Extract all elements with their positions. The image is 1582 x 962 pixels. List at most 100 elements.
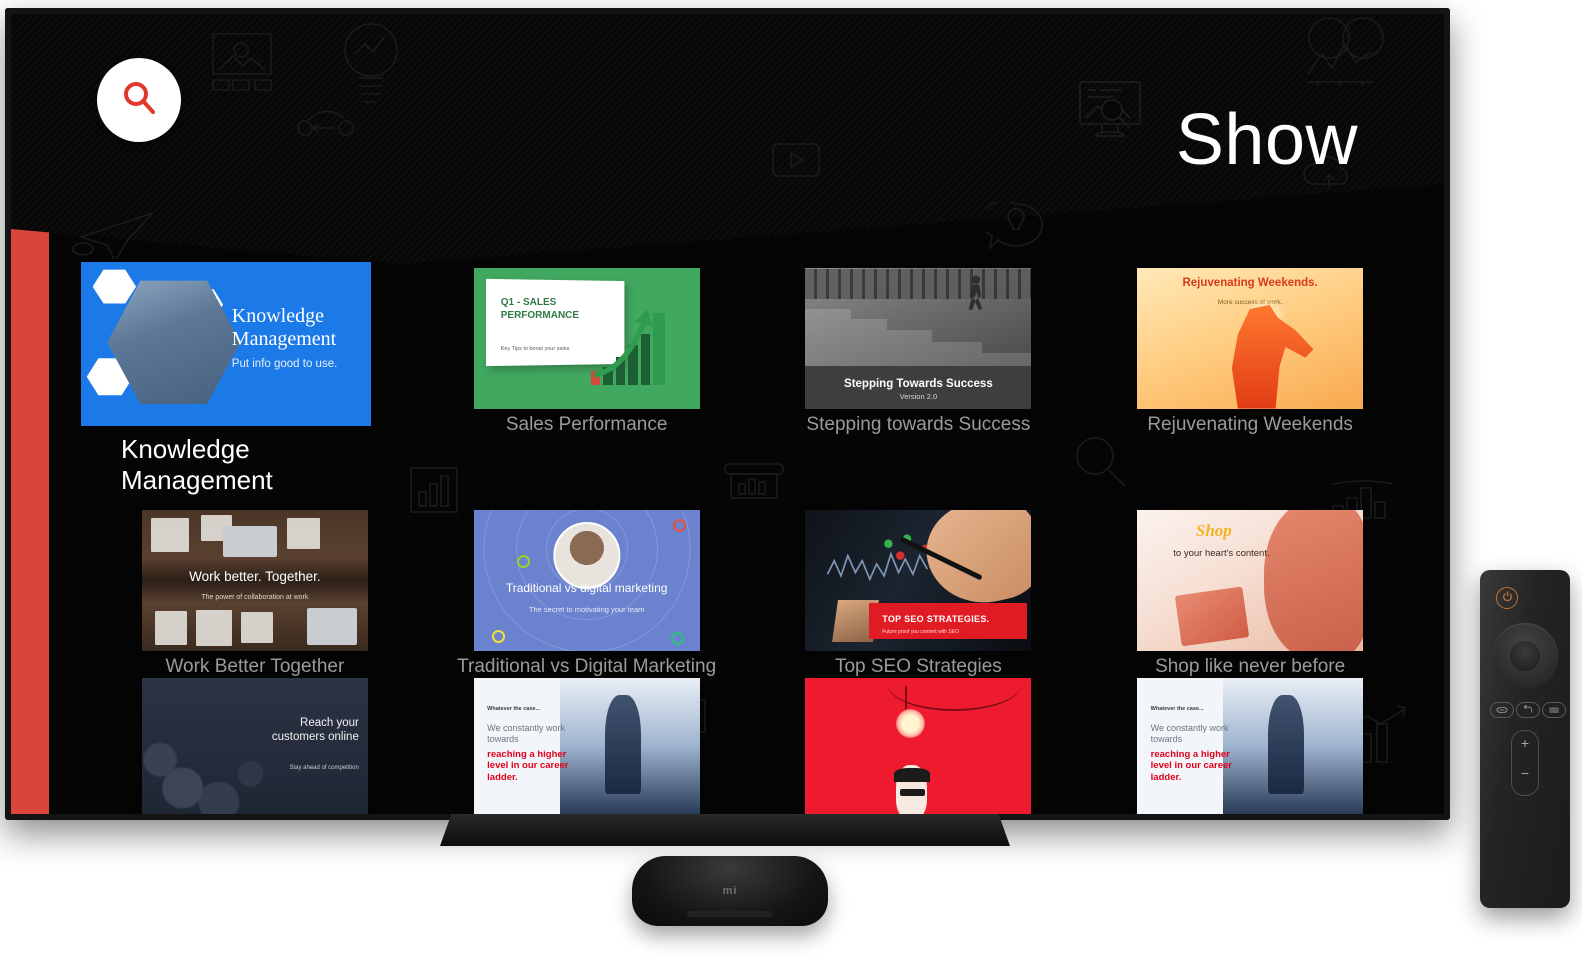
slide-text: Knowledge Management Put info good to us… [232, 305, 338, 370]
voice-icon [1496, 701, 1508, 719]
character-hair [893, 768, 930, 783]
slide-body-gray: We constantly work towards [487, 723, 566, 745]
slide-title-line2: customers online [271, 731, 359, 744]
card-shop-like-never-before[interactable]: Shop to your heart's content. Shop like … [1106, 496, 1394, 678]
slide-title: Q1 - SALES PERFORMANCE [501, 296, 579, 322]
thumbnail-wrap: Traditional vs digital marketing The sec… [443, 496, 731, 664]
bulb-cord [904, 686, 907, 709]
slide-subtitle: Version 2.0 [899, 392, 938, 402]
tv-stand [440, 814, 1010, 846]
slide-title-line1: Q1 - SALES [500, 296, 557, 308]
search-button[interactable] [97, 58, 181, 142]
avatar [552, 522, 621, 590]
volume-up-label[interactable]: + [1512, 735, 1538, 751]
thumbnail-sales-performance[interactable]: Q1 - SALES PERFORMANCE Key Tips to boost… [473, 267, 700, 409]
thumbnail-wrap: Work better. Together. The power of coll… [111, 496, 399, 664]
slide-title: Stepping Towards Success [844, 378, 993, 391]
slide-body-gray: We constantly work towards [1150, 723, 1229, 745]
slide-title: Shop [1195, 520, 1232, 540]
volume-rocker[interactable]: + − [1511, 730, 1539, 796]
thumbnail-reach-your-customers-online[interactable]: Reach your customers online Stay ahead o… [141, 678, 368, 814]
slide-title: Reach your customers online [219, 717, 359, 745]
slide-title: Traditional vs digital marketing [505, 581, 668, 596]
card-career-ladder-2[interactable]: Whatever the case... We constantly work … [1106, 678, 1394, 814]
menu-icon [1548, 701, 1560, 719]
thumbnail-career-ladder[interactable]: Whatever the case... We constantly work … [473, 678, 700, 814]
thumbnail-wrap: Stepping Towards Success Version 2.0 [775, 254, 1063, 422]
slide-subtitle: Future proof you content with SEO [882, 629, 959, 635]
slide-subtitle: The power of collaboration at work [201, 594, 309, 602]
thumbnail-shop-like-never-before[interactable]: Shop to your heart's content. [1137, 509, 1364, 651]
monitor-search-icon [1078, 80, 1148, 147]
wire-decoration [886, 678, 1023, 712]
thumbnail-wrap [775, 678, 1063, 814]
search-icon [119, 78, 159, 123]
thumbnail-traditional-vs-digital-marketing[interactable]: Traditional vs digital marketing The sec… [473, 509, 700, 651]
character-glasses [900, 789, 926, 797]
slide-title-line2: PERFORMANCE [500, 309, 580, 321]
slide-subtitle: Stay ahead of competition [289, 765, 359, 772]
hand-photo [1263, 509, 1364, 651]
card-label: Stepping towards Success [806, 414, 1031, 435]
thumbnail-knowledge-management[interactable]: Knowledge Management Put info good to us… [81, 262, 371, 426]
menu-button[interactable] [1542, 702, 1566, 718]
businessman-silhouette [604, 694, 641, 794]
businessman-silhouette [1268, 694, 1305, 794]
thumbnail-stepping-towards-success[interactable]: Stepping Towards Success Version 2.0 [805, 267, 1032, 409]
slide-title: TOP SEO STRATEGIES. [882, 613, 990, 624]
power-icon [1502, 589, 1513, 607]
card-bright-idea[interactable]: Bright Idea [775, 678, 1063, 814]
card-stepping-towards-success[interactable]: Stepping Towards Success Version 2.0 Ste… [775, 254, 1063, 496]
thumbnail-bright-idea[interactable] [805, 678, 1032, 814]
left-red-rail [11, 14, 49, 814]
ok-button[interactable] [1510, 641, 1540, 671]
slide-subtitle: Key Tips to boost your sales [500, 346, 570, 353]
marker-dot [516, 554, 530, 568]
slide-subtitle: Put info good to use. [231, 357, 338, 370]
card-rejuvenating-weekends[interactable]: Rejuvenating Weekends. More success at w… [1106, 254, 1394, 496]
back-icon [1522, 701, 1534, 719]
thumbnail-wrap: Rejuvenating Weekends. More success at w… [1106, 254, 1394, 422]
remote-control: + − [1480, 570, 1570, 908]
thumbnail-wrap: Whatever the case... We constantly work … [443, 678, 731, 814]
card-reach-your-customers-online[interactable]: Reach your customers online Stay ahead o… [111, 678, 399, 814]
volume-down-label[interactable]: − [1512, 765, 1538, 781]
back-button[interactable] [1516, 702, 1540, 718]
tv-device: Show Knowledge Management Put info good … [5, 8, 1450, 820]
box-front-slot [686, 911, 774, 917]
card-label: Shop like never before [1155, 656, 1346, 677]
thumbnail-work-better-together[interactable]: Work better. Together. The power of coll… [141, 509, 368, 651]
card-label: Sales Performance [505, 414, 668, 435]
thumbnail-top-seo-strategies[interactable]: TOP SEO STRATEGIES. Future proof you con… [805, 509, 1032, 651]
slide-photo [141, 678, 368, 814]
card-work-better-together[interactable]: Work better. Together. The power of coll… [111, 496, 399, 678]
thumbnail-wrap: Whatever the case... We constantly work … [1106, 678, 1394, 814]
card-top-seo-strategies[interactable]: TOP SEO STRATEGIES. Future proof you con… [775, 496, 1063, 678]
page-title: Show [1175, 100, 1358, 181]
voice-button[interactable] [1490, 702, 1514, 718]
show-app: Show Knowledge Management Put info good … [49, 14, 1444, 814]
dpad[interactable] [1492, 623, 1558, 689]
thumbnail-rejuvenating-weekends[interactable]: Rejuvenating Weekends. More success at w… [1137, 267, 1364, 409]
lightbulb-icon [895, 709, 926, 739]
slide-subtitle: The secret to motivating your team [528, 605, 645, 615]
screenshot-root: Show Knowledge Management Put info good … [0, 0, 1582, 962]
person-silhouette-icon [1231, 304, 1314, 409]
card-label: Rejuvenating Weekends [1147, 414, 1353, 435]
marker-dot [491, 630, 505, 644]
card-career-ladder-1[interactable]: Whatever the case... We constantly work … [443, 678, 731, 814]
tv-screen: Show Knowledge Management Put info good … [11, 14, 1444, 814]
card-sales-performance[interactable]: Q1 - SALES PERFORMANCE Key Tips to boost… [443, 254, 731, 496]
card-label: Traditional vs Digital Marketing [457, 656, 717, 677]
slide-photo [805, 267, 1032, 367]
power-button[interactable] [1496, 587, 1518, 609]
thumbnail-wrap: Q1 - SALES PERFORMANCE Key Tips to boost… [443, 254, 731, 422]
card-traditional-vs-digital-marketing[interactable]: Traditional vs digital marketing The sec… [443, 496, 731, 678]
card-knowledge-management[interactable]: Knowledge Management Put info good to us… [81, 254, 399, 496]
thumbnail-career-ladder[interactable]: Whatever the case... We constantly work … [1137, 678, 1364, 814]
card-label: Top SEO Strategies [834, 656, 1002, 677]
slide-kicker: Whatever the case... [1150, 706, 1204, 713]
card-label: Knowledge Management [121, 434, 273, 495]
thumbnail-wrap: Reach your customers online Stay ahead o… [111, 678, 399, 814]
slide-title: Work better. Together. [189, 568, 321, 584]
